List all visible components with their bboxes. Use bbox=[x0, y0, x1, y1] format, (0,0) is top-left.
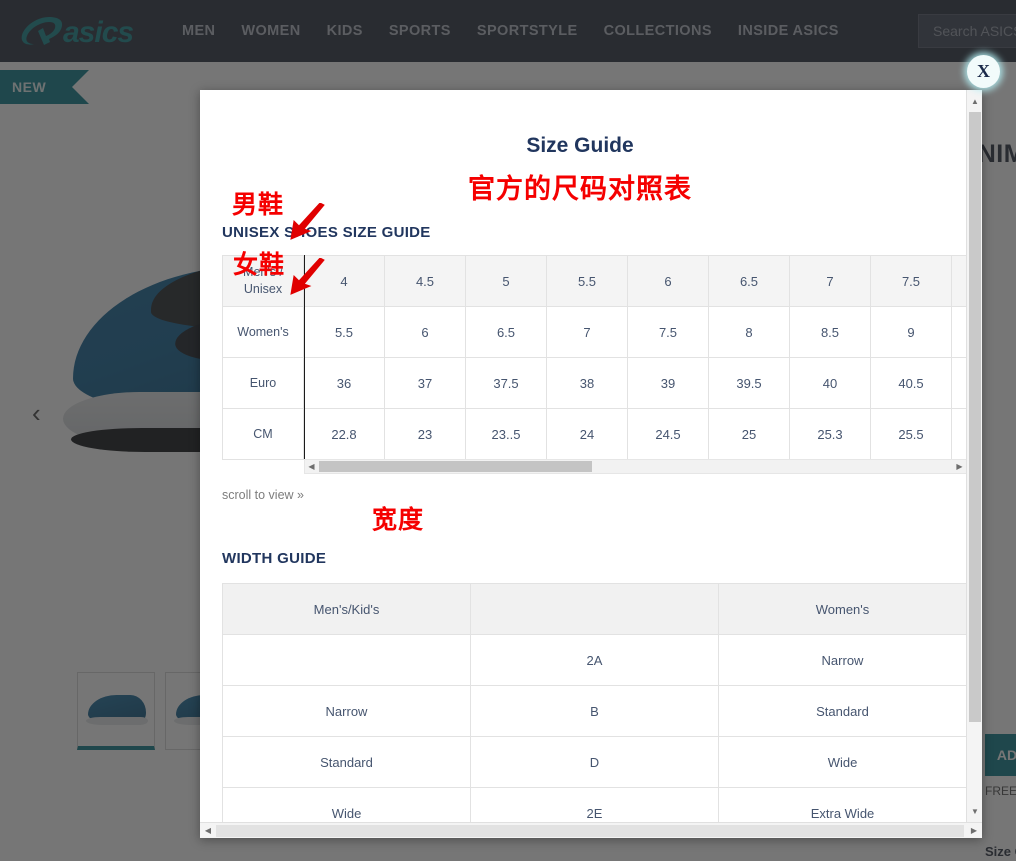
width-cell bbox=[222, 634, 471, 686]
table-row: Narrow B Standard bbox=[222, 685, 966, 737]
size-cell: 23..5 bbox=[465, 408, 547, 460]
width-cell: D bbox=[470, 736, 719, 788]
size-cell: 6.5 bbox=[708, 255, 790, 307]
size-row-label: Men's / Unisex bbox=[222, 255, 304, 307]
table-row: Women's5.566.577.588.599.51010.51111.512… bbox=[222, 306, 966, 358]
hscroll-thumb[interactable] bbox=[319, 461, 592, 472]
size-cell: 8.5 bbox=[789, 306, 871, 358]
size-guide-modal: Size Guide 官方的尺码对照表 UNISEX SHOES SIZE GU… bbox=[200, 90, 982, 838]
size-cell: 9 bbox=[870, 306, 952, 358]
size-cell: 9.5 bbox=[951, 306, 966, 358]
size-cell: 8 bbox=[708, 306, 790, 358]
size-cell: 39 bbox=[627, 357, 709, 409]
width-cell: B bbox=[470, 685, 719, 737]
size-cell: 39.5 bbox=[708, 357, 790, 409]
modal-title-annotation: 官方的尺码对照表 bbox=[468, 174, 692, 204]
size-row-label: Women's bbox=[222, 306, 304, 358]
size-table-viewport: Men's /Unisex44.555.566.577.588.599.5101… bbox=[222, 255, 966, 460]
size-cell: 7 bbox=[789, 255, 871, 307]
scroll-up-icon[interactable]: ▲ bbox=[967, 92, 982, 110]
screen: asics MEN WOMEN KIDS SPORTS SPORTSTYLE C… bbox=[0, 0, 1016, 861]
modal-vscrollbar[interactable]: ▲ ▼ bbox=[966, 90, 982, 822]
modal-scroll-left-icon[interactable]: ◀ bbox=[200, 823, 216, 838]
scroll-down-icon[interactable]: ▼ bbox=[967, 802, 982, 820]
unisex-size-guide-heading: UNISEX SHOES SIZE GUIDE bbox=[222, 224, 431, 241]
size-table-hscrollbar[interactable]: ◀ ▶ bbox=[304, 459, 966, 474]
width-cell: Standard bbox=[718, 685, 966, 737]
size-cell: 40.5 bbox=[870, 357, 952, 409]
size-cell: 25 bbox=[708, 408, 790, 460]
size-cell: 7 bbox=[546, 306, 628, 358]
size-cell: 23 bbox=[384, 408, 466, 460]
width-cell: Wide bbox=[222, 787, 471, 822]
size-cell: 4.5 bbox=[384, 255, 466, 307]
size-cell: 6 bbox=[384, 306, 466, 358]
size-table-region: Men's /Unisex44.555.566.577.588.599.5101… bbox=[222, 255, 966, 460]
size-cell: 5.5 bbox=[546, 255, 628, 307]
scroll-hint: scroll to view » bbox=[222, 488, 304, 502]
size-cell: 25.5 bbox=[870, 408, 952, 460]
table-row: Euro363737.5383939.54040.541.54242.543.5… bbox=[222, 357, 966, 409]
size-cell: 41.5 bbox=[951, 357, 966, 409]
scroll-right-icon[interactable]: ▶ bbox=[953, 461, 966, 472]
size-cell: 36 bbox=[303, 357, 385, 409]
width-cell: Narrow bbox=[222, 685, 471, 737]
width-cell: Wide bbox=[718, 736, 966, 788]
size-cell: 22.8 bbox=[303, 408, 385, 460]
size-row-label: Euro bbox=[222, 357, 304, 409]
label-column-divider bbox=[304, 255, 305, 459]
vscroll-thumb[interactable] bbox=[969, 112, 981, 722]
width-cell: 2A bbox=[470, 634, 719, 686]
table-row: Men's /Unisex44.555.566.577.588.599.5101… bbox=[222, 255, 966, 307]
size-cell: 37.5 bbox=[465, 357, 547, 409]
size-cell: 40 bbox=[789, 357, 871, 409]
table-row: Wide 2E Extra Wide bbox=[222, 787, 966, 822]
width-cell: Extra Wide bbox=[718, 787, 966, 822]
size-guide-content: Size Guide 官方的尺码对照表 UNISEX SHOES SIZE GU… bbox=[200, 90, 966, 822]
width-column-header bbox=[470, 583, 719, 635]
size-row-label: CM bbox=[222, 408, 304, 460]
width-cell: Standard bbox=[222, 736, 471, 788]
modal-hscrollbar[interactable]: ◀ ▶ bbox=[200, 822, 982, 838]
size-cell: 26 bbox=[951, 408, 966, 460]
table-row: Standard D Wide bbox=[222, 736, 966, 788]
size-cell: 38 bbox=[546, 357, 628, 409]
size-cell: 25.3 bbox=[789, 408, 871, 460]
size-cell: 7.5 bbox=[627, 306, 709, 358]
size-cell: 5.5 bbox=[303, 306, 385, 358]
width-guide-table: Men's/Kid's Women's 2A Narrow Narrow B Standa… bbox=[222, 583, 966, 822]
width-cell: Narrow bbox=[718, 634, 966, 686]
size-cell: 7.5 bbox=[870, 255, 952, 307]
size-cell: 37 bbox=[384, 357, 466, 409]
width-cell: 2E bbox=[470, 787, 719, 822]
size-cell: 6.5 bbox=[465, 306, 547, 358]
size-cell: 6 bbox=[627, 255, 709, 307]
close-icon[interactable]: X bbox=[967, 55, 1000, 88]
size-cell: 24.5 bbox=[627, 408, 709, 460]
unisex-size-table: Men's /Unisex44.555.566.577.588.599.5101… bbox=[222, 255, 966, 460]
size-cell: 5 bbox=[465, 255, 547, 307]
modal-title: Size Guide bbox=[526, 134, 634, 157]
size-cell: 8 bbox=[951, 255, 966, 307]
table-row: 2A Narrow bbox=[222, 634, 966, 686]
modal-hscroll-thumb[interactable] bbox=[216, 825, 964, 837]
size-cell: 24 bbox=[546, 408, 628, 460]
size-cell: 4 bbox=[303, 255, 385, 307]
modal-scroll-right-icon[interactable]: ▶ bbox=[966, 823, 982, 838]
width-column-header: Men's/Kid's bbox=[222, 583, 471, 635]
scroll-left-icon[interactable]: ◀ bbox=[305, 461, 318, 472]
table-row: CM22.82323..52424.52525.325.52626.52727.… bbox=[222, 408, 966, 460]
width-column-header: Women's bbox=[718, 583, 966, 635]
width-guide-heading: WIDTH GUIDE bbox=[222, 550, 327, 567]
